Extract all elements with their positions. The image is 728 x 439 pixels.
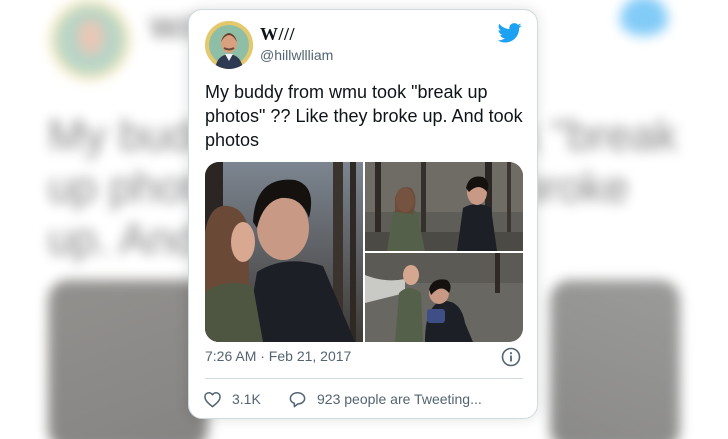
avatar[interactable]: [205, 21, 253, 69]
tweet-text: My buddy from wmu took "break up photos"…: [205, 82, 523, 150]
photo-couple-woods-image: [365, 162, 523, 251]
blurred-twitter-bird-icon: [620, 0, 668, 36]
photo-couple-kiss-image: [205, 162, 363, 342]
speech-bubble-icon: [289, 391, 306, 407]
heart-icon: [204, 391, 221, 407]
photo-couple-kiss[interactable]: [205, 162, 363, 342]
user-handle[interactable]: @hillwllliam: [260, 47, 333, 63]
blurred-avatar: [50, 0, 130, 80]
divider: [205, 378, 523, 379]
photo-couple-road-image: [365, 253, 523, 342]
blurred-photo-left: [48, 280, 208, 439]
twitter-bird-icon[interactable]: [498, 23, 522, 43]
media-grid: [205, 162, 523, 342]
display-name[interactable]: W///: [260, 24, 295, 45]
info-icon[interactable]: [501, 347, 521, 367]
like-button[interactable]: 3.1K: [203, 388, 261, 410]
blurred-photo-right: [550, 280, 680, 439]
tweet-timestamp[interactable]: 7:26 AM · Feb 21, 2017: [205, 348, 351, 364]
tweet-card: W/// @hillwllliam My buddy from wmu took…: [188, 9, 538, 419]
conversation-label: 923 people are Tweeting...: [317, 391, 482, 407]
avatar-illustration: [205, 21, 253, 69]
conversation-button[interactable]: 923 people are Tweeting...: [288, 388, 482, 410]
photo-couple-road[interactable]: [365, 253, 523, 342]
like-count: 3.1K: [232, 391, 261, 407]
photo-couple-woods[interactable]: [365, 162, 523, 251]
